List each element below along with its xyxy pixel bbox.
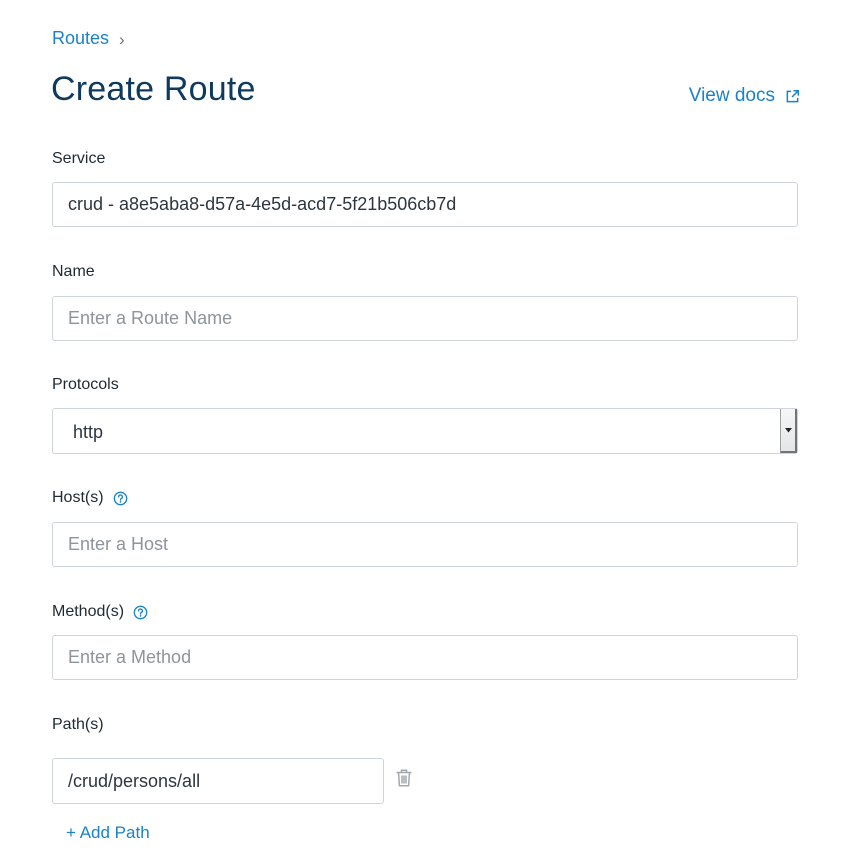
method-input[interactable] xyxy=(52,635,798,680)
protocols-label: Protocols xyxy=(52,376,119,393)
paths-label: Path(s) xyxy=(52,716,104,733)
path-input[interactable] xyxy=(52,758,384,804)
breadcrumb: Routes › xyxy=(52,28,125,49)
hosts-label: Host(s) xyxy=(52,489,104,506)
hosts-label-row: Host(s) xyxy=(52,489,128,507)
breadcrumb-separator: › xyxy=(119,29,125,49)
trash-icon[interactable] xyxy=(395,768,413,793)
protocols-select[interactable]: http xyxy=(52,408,798,454)
service-label: Service xyxy=(52,150,106,167)
protocols-selected-value: http xyxy=(73,422,104,442)
view-docs-label: View docs xyxy=(688,85,775,106)
help-circle-icon[interactable] xyxy=(113,491,128,506)
methods-label-row: Method(s) xyxy=(52,603,148,621)
view-docs-link[interactable]: View docs xyxy=(689,85,800,107)
caret-down-icon[interactable] xyxy=(780,409,797,453)
breadcrumb-routes-link[interactable]: Routes xyxy=(52,28,109,49)
help-circle-icon[interactable] xyxy=(133,605,148,620)
service-input[interactable] xyxy=(52,182,798,227)
page-title: Create Route xyxy=(51,70,256,108)
name-label: Name xyxy=(52,263,95,280)
external-link-icon xyxy=(785,89,800,104)
host-input[interactable] xyxy=(52,522,798,567)
methods-label: Method(s) xyxy=(52,603,125,620)
name-input[interactable] xyxy=(52,296,798,341)
add-path-button[interactable]: + Add Path xyxy=(66,823,150,843)
